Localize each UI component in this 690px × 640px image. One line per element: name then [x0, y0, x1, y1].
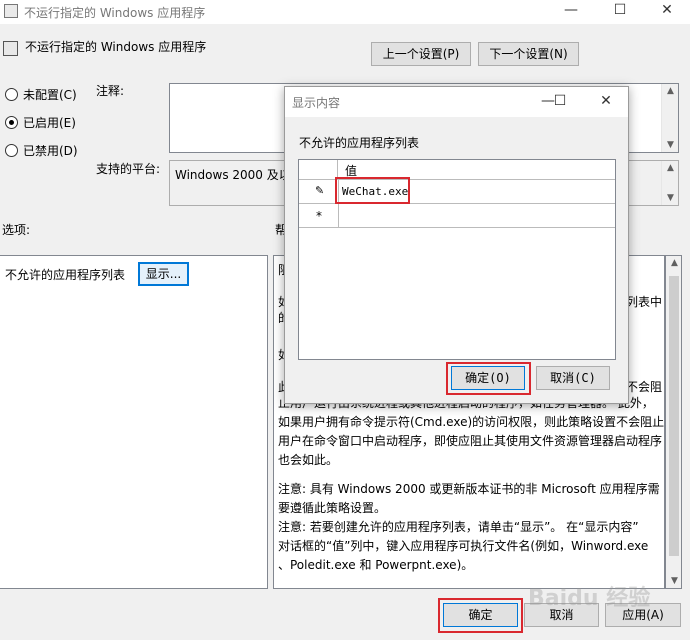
dialog-maximize-icon[interactable]: ☐: [545, 93, 575, 109]
dialog-ok-highlight: [446, 362, 531, 395]
help-scrollbar[interactable]: ▲ ▼: [665, 255, 682, 589]
radio-disabled-circle[interactable]: [5, 144, 18, 157]
show-button[interactable]: 显示...: [138, 262, 189, 286]
minimize-icon[interactable]: —: [556, 2, 586, 18]
comment-label: 注释:: [96, 84, 125, 98]
scroll-up-icon[interactable]: ▲: [666, 258, 683, 268]
help-line: 对话框的“值”列中，键入应用程序可执行文件名(例如，Winword.exe: [278, 539, 649, 553]
scroll-down-icon[interactable]: ▼: [666, 576, 683, 586]
dialog-title: 显示内容: [292, 96, 341, 110]
options-label: 选项:: [2, 223, 31, 237]
help-line: 也会如此。: [278, 453, 339, 467]
dialog-close-icon[interactable]: ✕: [591, 93, 621, 109]
next-setting-button[interactable]: 下一个设置(N): [478, 42, 579, 66]
scroll-down-icon[interactable]: ▼: [662, 140, 679, 150]
edit-row-icon: ✎: [315, 184, 325, 197]
help-line: 注意: 若要创建允许的应用程序列表，请单击“显示”。 在“显示内容”: [278, 520, 639, 534]
radio-not-configured-circle[interactable]: [5, 88, 18, 101]
dialog-cancel-button[interactable]: 取消(C): [536, 366, 610, 390]
grid-corner-cell: [299, 160, 338, 179]
scroll-up-icon[interactable]: ▲: [662, 86, 679, 96]
close-icon[interactable]: ✕: [652, 2, 682, 18]
maximize-icon[interactable]: ☐: [605, 2, 635, 18]
policy-icon: [3, 41, 18, 56]
help-line: 注意: 具有 Windows 2000 或更新版本证书的非 Microsoft …: [278, 482, 660, 496]
prev-setting-button[interactable]: 上一个设置(P): [371, 42, 471, 66]
radio-not-configured-label: 未配置(C): [23, 88, 77, 102]
radio-enabled-circle[interactable]: [5, 116, 18, 129]
comment-scrollbar[interactable]: ▲ ▼: [661, 84, 678, 152]
help-line: 、Poledit.exe 和 Powerpnt.exe)。: [278, 558, 474, 572]
help-line: 用户在命令窗口中启动程序，即使应阻止其使用文件资源管理器启动程序: [278, 434, 663, 448]
watermark: Baidu 经验: [528, 586, 651, 611]
help-body: 止用户运行由系统进程或其他进程启动的程序，如任务管理器。 此外， 如果用户拥有命…: [278, 395, 668, 576]
window-icon: [4, 4, 18, 18]
disallowed-list-label: 不允许的应用程序列表: [5, 268, 126, 282]
help-line: 要遵循此策略设置。: [278, 501, 387, 515]
grid-row[interactable]: *: [299, 204, 615, 228]
radio-disabled-label: 已禁用(D): [23, 144, 78, 158]
policy-name: 不运行指定的 Windows 应用程序: [25, 40, 207, 54]
dialog-title-bar: 显示内容 — ☐ ✕: [285, 87, 628, 117]
new-row-icon: *: [316, 209, 322, 223]
dialog-list-title: 不允许的应用程序列表: [299, 136, 420, 150]
radio-enabled-label: 已启用(E): [23, 116, 76, 130]
help-spacer: [278, 471, 668, 479]
platform-label: 支持的平台:: [96, 162, 161, 176]
options-pane: 不允许的应用程序列表 显示...: [0, 255, 268, 589]
row-separator: [338, 204, 339, 227]
scroll-up-icon[interactable]: ▲: [662, 163, 679, 173]
help-fragment: 不会阻: [626, 380, 663, 394]
wechat-highlight: [335, 177, 410, 204]
window-title-bar: 不运行指定的 Windows 应用程序 — ☐ ✕: [0, 0, 690, 24]
scrollbar-thumb[interactable]: [669, 276, 679, 556]
scroll-down-icon[interactable]: ▼: [662, 193, 679, 203]
platform-value: Windows 2000 及以: [175, 168, 291, 182]
help-line: 如果用户拥有命令提示符(Cmd.exe)的访问权限，则此策略设置不会阻止: [278, 415, 665, 429]
help-fragment: 列表中: [626, 295, 663, 309]
show-contents-dialog: 显示内容 — ☐ ✕ 不允许的应用程序列表 值 ✎ WeChat.exe * 确…: [284, 86, 629, 404]
platform-scrollbar[interactable]: ▲ ▼: [661, 161, 678, 205]
ok-button-highlight: [438, 598, 523, 633]
window-title: 不运行指定的 Windows 应用程序: [24, 6, 206, 20]
